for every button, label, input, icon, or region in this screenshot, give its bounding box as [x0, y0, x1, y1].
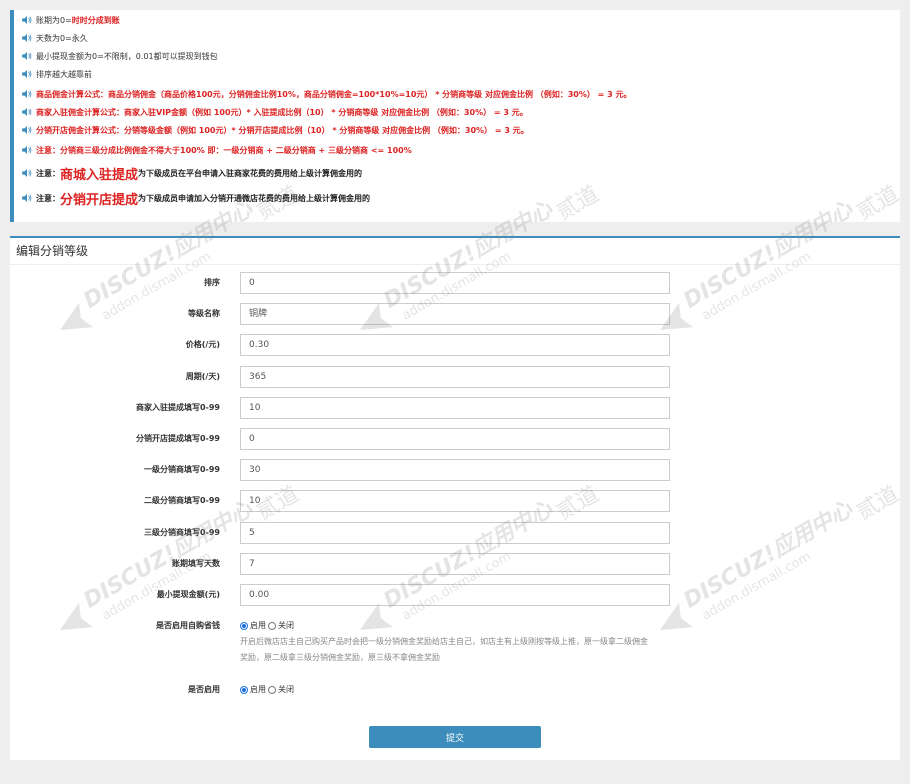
notice-item: 商家入驻佣金计算公式：商家入驻VIP金额（例如 100元）* 入驻提成比例（10…: [22, 104, 528, 120]
speaker-icon: [22, 146, 32, 154]
field-input[interactable]: 0.00: [240, 584, 670, 606]
field-label: 分销开店提成填写0-99: [135, 434, 220, 443]
speaker-icon: [22, 70, 32, 78]
notice-text: 注意：: [36, 193, 60, 203]
field-input[interactable]: 365: [240, 365, 670, 388]
field-input[interactable]: 铜牌: [240, 303, 670, 326]
enabled-off-label[interactable]: 关闭: [278, 684, 294, 695]
field-label: 一级分销商填写0-99: [143, 465, 220, 475]
notice-item: 天数为0=永久: [22, 30, 88, 46]
notice-item: 排序越大越靠前: [22, 66, 92, 82]
notice-item: 最小提现金额为0=不限制，0.01都可以提现到钱包: [22, 48, 218, 64]
field-input[interactable]: 5: [240, 521, 670, 544]
self-buy-help-line2: 奖励，原二级拿三级分销佣金奖励，原三级不拿佣金奖励: [240, 653, 440, 662]
field-input[interactable]: 30: [240, 459, 670, 482]
enabled-label: 是否启用: [188, 685, 220, 694]
notice-text: 注意：分销商三级分成比例佣金不得大于100% 即：一级分销商 + 二级分销商 +…: [36, 145, 412, 155]
speaker-icon: [22, 34, 32, 42]
panel-title: 编辑分销等级: [10, 238, 900, 265]
field-input[interactable]: 7: [240, 552, 670, 575]
notice-text: 商品佣金计算公式：商品分销佣金（商品价格100元，分销佣金比例10%，商品分销佣…: [36, 89, 632, 99]
self-buy-off-label[interactable]: 关闭: [278, 620, 294, 631]
edit-level-panel: 编辑分销等级 排序 0 等级名称 铜牌价格(/元) 0.30 周期(/天) 365 商家入驻提…: [10, 236, 900, 760]
notice-text: 时时分成到账: [71, 15, 120, 25]
field-label: 二级分销商填写0-99: [143, 496, 220, 506]
speaker-icon: [22, 108, 32, 116]
field-label: 周期(/天): [185, 371, 220, 381]
enabled-on-label[interactable]: 启用: [250, 684, 266, 695]
submit-button[interactable]: 提交: [369, 726, 541, 748]
field-label: 价格(/元): [185, 340, 220, 350]
notice-box: 账期为0= 时时分成到账天数为0=永久最小提现金额为0=不限制，0.01都可以提现…: [10, 10, 900, 222]
notice-text: 为下级成员在平台申请入驻商家花费的费用给上级计算佣金用的: [138, 168, 363, 178]
field-input[interactable]: 10: [240, 490, 670, 513]
speaker-icon: [22, 169, 32, 177]
self-buy-label: 是否启用自购省钱: [156, 621, 220, 630]
enabled-on-radio[interactable]: [240, 685, 248, 694]
notice-text: 商城入驻提成: [60, 167, 139, 183]
notice-item: 商品佣金计算公式：商品分销佣金（商品价格100元，分销佣金比例10%，商品分销佣…: [22, 86, 632, 102]
notice-text: 注意：: [36, 168, 60, 178]
notice-text: 分销开店提成: [60, 192, 139, 208]
self-buy-on-radio[interactable]: [240, 621, 248, 630]
field-label: 商家入驻提成填写0-99: [135, 402, 220, 412]
notice-text: 天数为0=永久: [36, 33, 88, 43]
self-buy-help: 开启后微店店主自己购买产品时会把一级分销佣金奖励给店主自己，如店主有上级刚按等级…: [240, 634, 680, 666]
enabled-off-radio[interactable]: [268, 685, 276, 694]
field-label: 最小提现金额(元): [156, 590, 220, 599]
notice-text: 分销开店佣金计算公式：分销等级金额（例如 100元）* 分销开店提成比例（10）…: [36, 125, 529, 135]
field-label: 排序: [204, 278, 220, 287]
notice-text: 最小提现金额为0=不限制，0.01都可以提现到钱包: [36, 51, 218, 61]
speaker-icon: [22, 90, 32, 98]
notice-item: 注意：分销商三级分成比例佣金不得大于100% 即：一级分销商 + 二级分销商 +…: [22, 142, 412, 158]
self-buy-on-label[interactable]: 启用: [250, 620, 266, 631]
field-input[interactable]: 10: [240, 396, 670, 419]
notice-item: 注意： 分销开店提成 为下级成员申请加入分销开通微店花费的费用给上级计算佣金用的: [22, 188, 370, 208]
field-label: 账期填写天数: [172, 558, 220, 568]
notice-text: 为下级成员申请加入分销开通微店花费的费用给上级计算佣金用的: [138, 193, 371, 203]
field-input[interactable]: 0.30: [240, 334, 670, 357]
notice-item: 注意： 商城入驻提成 为下级成员在平台申请入驻商家花费的费用给上级计算佣金用的: [22, 163, 362, 183]
notice-text: 商家入驻佣金计算公式：商家入驻VIP金额（例如 100元）* 入驻提成比例（10…: [36, 107, 528, 117]
notice-item: 分销开店佣金计算公式：分销等级金额（例如 100元）* 分销开店提成比例（10）…: [22, 122, 529, 138]
self-buy-help-line1: 开启后微店店主自己购买产品时会把一级分销佣金奖励给店主自己，如店主有上级刚按等级…: [240, 637, 648, 646]
self-buy-off-radio[interactable]: [268, 621, 276, 630]
notice-item: 账期为0= 时时分成到账: [22, 12, 120, 28]
field-label: 三级分销商填写0-99: [143, 527, 220, 537]
field-input[interactable]: 0: [240, 428, 670, 450]
field-input[interactable]: 0: [240, 272, 670, 294]
notice-text: 排序越大越靠前: [36, 69, 92, 79]
speaker-icon: [22, 52, 32, 60]
notice-text: 账期为0=: [36, 15, 72, 25]
field-label: 等级名称: [188, 309, 220, 319]
speaker-icon: [22, 126, 32, 134]
speaker-icon: [22, 16, 32, 24]
speaker-icon: [22, 194, 32, 202]
